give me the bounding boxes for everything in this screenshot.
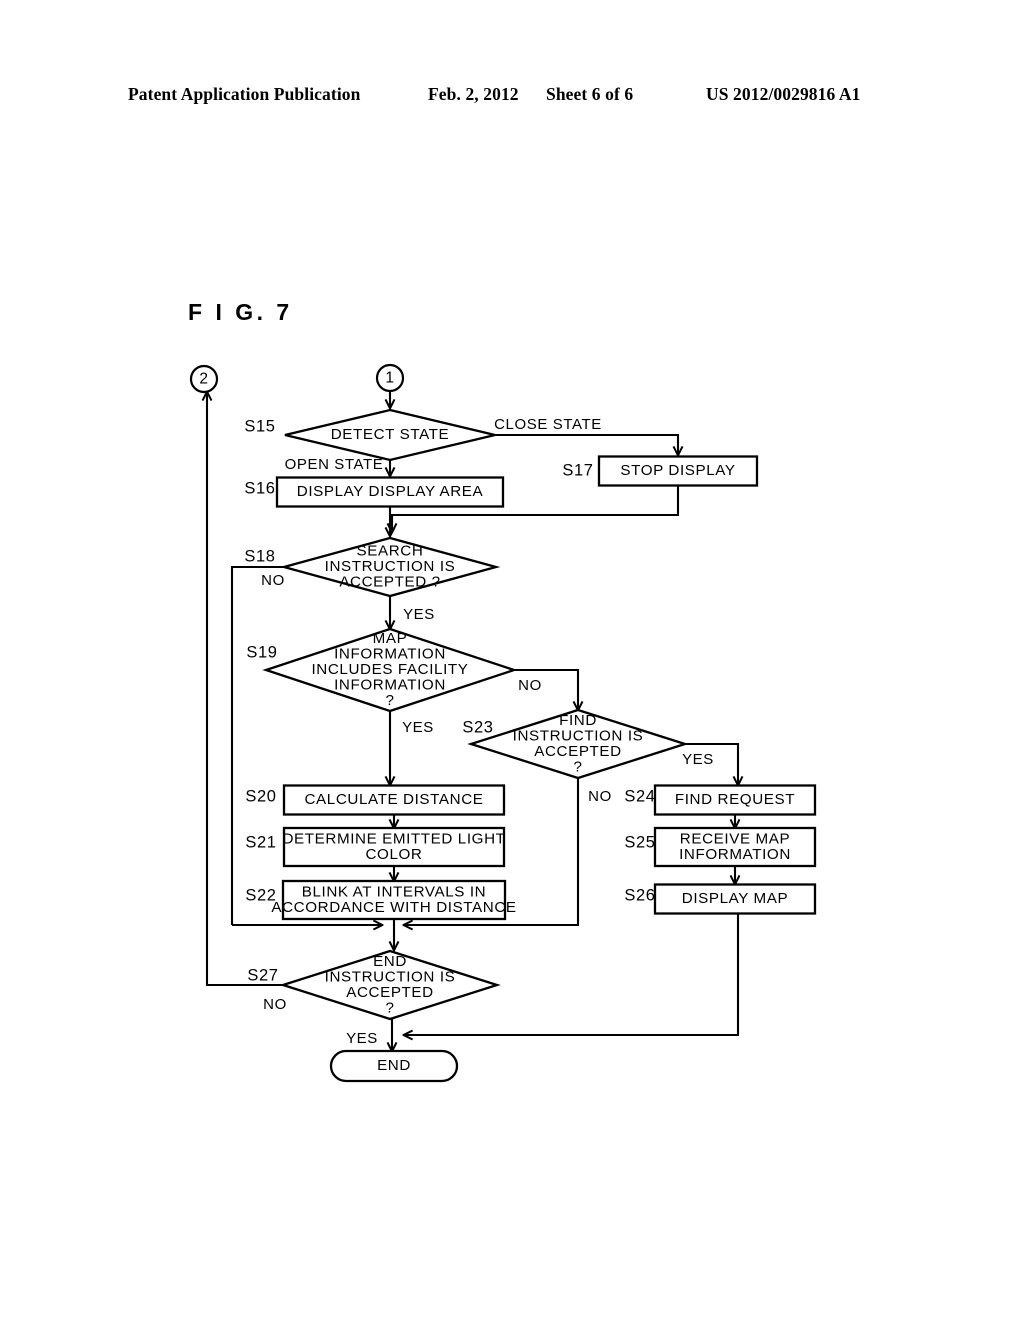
node-label: ACCORDANCE WITH DISTANCE bbox=[271, 899, 516, 916]
flow-node-S24: FIND REQUEST S24 bbox=[624, 784, 817, 816]
node-label: BLINK AT INTERVALS IN bbox=[302, 883, 487, 900]
edge-label-s27-no: NO bbox=[263, 996, 287, 1013]
flow-node-S17: STOP DISPLAY S17 bbox=[562, 455, 759, 487]
node-label: END bbox=[377, 1057, 411, 1074]
flowchart-diagram: DETECT STATE S15 DISPLAY DISPLAY AREA S16 ST… bbox=[189, 363, 817, 1083]
step-id-S18: S18 bbox=[244, 547, 275, 565]
step-id-S15: S15 bbox=[244, 417, 275, 435]
edge-label-s23-yes: YES bbox=[682, 751, 714, 768]
node-label: INFORMATION bbox=[334, 646, 446, 663]
step-id-S24: S24 bbox=[624, 787, 655, 805]
edge-label-s19-yes: YES bbox=[402, 719, 434, 736]
step-id-S23: S23 bbox=[462, 718, 493, 736]
flow-node-S22: BLINK AT INTERVALS INACCORDANCE WITH DIS… bbox=[245, 879, 516, 921]
node-label: SEARCH bbox=[357, 543, 424, 560]
node-label: INFORMATION bbox=[334, 677, 446, 694]
edge-label-s23-no: NO bbox=[588, 788, 612, 805]
edge-label-open-state: OPEN STATE bbox=[285, 456, 384, 473]
step-id-S16: S16 bbox=[244, 479, 275, 497]
node-label: INSTRUCTION IS bbox=[325, 968, 456, 985]
flow-node-S21: DETERMINE EMITTED LIGHTCOLOR S21 bbox=[245, 826, 506, 868]
node-label: DISPLAY DISPLAY AREA bbox=[297, 483, 484, 500]
flow-node-S19: MAPINFORMATIONINCLUDES FACILITYINFORMATI… bbox=[246, 627, 518, 713]
flow-node-S15: DETECT STATE S15 bbox=[244, 408, 496, 462]
flow-nodes-group: DETECT STATE S15 DISPLAY DISPLAY AREA S16 ST… bbox=[244, 408, 817, 1083]
node-label: CALCULATE DISTANCE bbox=[304, 791, 483, 808]
node-label: INFORMATION bbox=[679, 846, 791, 863]
flow-node-S25: RECEIVE MAPINFORMATION S25 bbox=[624, 826, 817, 868]
connector-label: 1 bbox=[385, 370, 394, 387]
patent-page: Patent Application Publication Feb. 2, 2… bbox=[0, 0, 1024, 1320]
node-label: DETERMINE EMITTED LIGHT bbox=[282, 830, 505, 847]
node-label: STOP DISPLAY bbox=[620, 462, 735, 479]
node-label: INSTRUCTION IS bbox=[325, 558, 456, 575]
node-label: ? bbox=[385, 999, 394, 1016]
flow-node-S23: FINDINSTRUCTION ISACCEPTED? S23 bbox=[462, 708, 689, 780]
step-id-S27: S27 bbox=[247, 966, 278, 984]
flow-connectors-group: 21 bbox=[189, 363, 405, 394]
step-id-S25: S25 bbox=[624, 833, 655, 851]
node-label: COLOR bbox=[365, 846, 422, 863]
node-label: FIND bbox=[559, 712, 597, 729]
node-label: ACCEPTED ? bbox=[339, 574, 440, 591]
node-label: ACCEPTED bbox=[346, 984, 434, 1001]
edge-label-s18-yes: YES bbox=[403, 606, 435, 623]
flow-connector-1: 1 bbox=[375, 363, 405, 393]
edge-label-s27-yes: YES bbox=[346, 1030, 378, 1047]
node-label: RECEIVE MAP bbox=[680, 830, 790, 847]
step-id-S17: S17 bbox=[562, 461, 593, 479]
flow-edge-s15-to-s17 bbox=[495, 433, 678, 455]
node-label: MAP bbox=[373, 630, 408, 647]
step-id-S19: S19 bbox=[246, 643, 277, 661]
step-id-S21: S21 bbox=[245, 833, 276, 851]
flow-node-S26: DISPLAY MAP S26 bbox=[624, 883, 817, 915]
node-label: ACCEPTED bbox=[534, 743, 622, 760]
node-label: DISPLAY MAP bbox=[682, 890, 788, 907]
flow-node-S20: CALCULATE DISTANCE S20 bbox=[245, 784, 506, 816]
node-label: INCLUDES FACILITY bbox=[311, 661, 468, 678]
node-label: ? bbox=[385, 692, 394, 709]
flow-edge-s18-no-loop bbox=[230, 565, 284, 925]
flow-node-END: END bbox=[329, 1049, 459, 1083]
step-id-S22: S22 bbox=[245, 886, 276, 904]
node-label: DETECT STATE bbox=[331, 426, 450, 443]
connector-label: 2 bbox=[199, 371, 208, 388]
node-label: END bbox=[373, 953, 407, 970]
flow-connector-2: 2 bbox=[189, 364, 219, 394]
node-label: ? bbox=[573, 758, 582, 775]
edge-label-s18-no: NO bbox=[261, 572, 285, 589]
node-label: FIND REQUEST bbox=[675, 791, 795, 808]
edge-label-s19-no: NO bbox=[518, 677, 542, 694]
step-id-S20: S20 bbox=[245, 787, 276, 805]
step-id-S26: S26 bbox=[624, 886, 655, 904]
edge-label-close-state: CLOSE STATE bbox=[494, 416, 602, 433]
flow-node-S16: DISPLAY DISPLAY AREA S16 bbox=[244, 476, 505, 508]
node-label: INSTRUCTION IS bbox=[513, 727, 644, 744]
